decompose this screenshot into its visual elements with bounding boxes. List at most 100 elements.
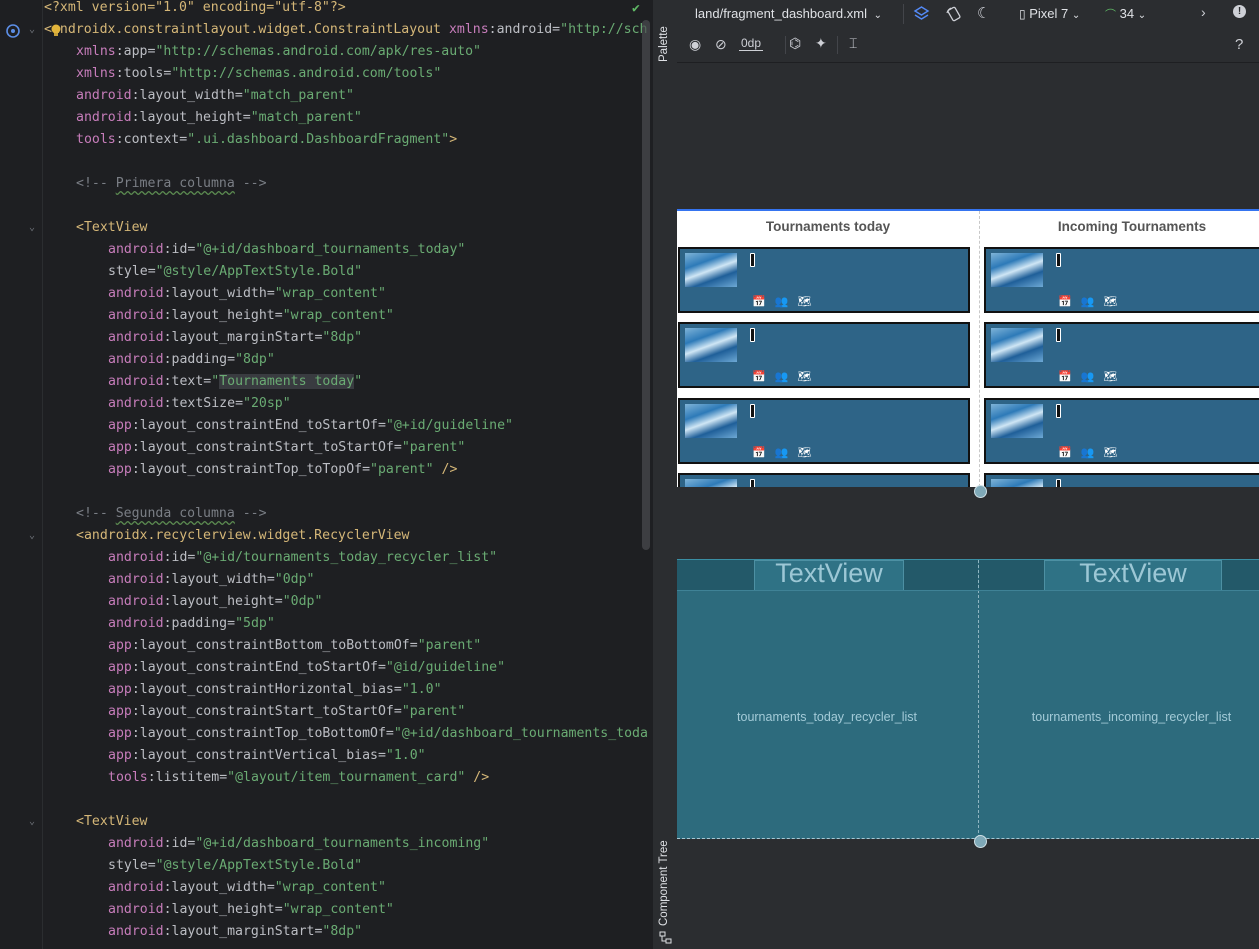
code-line[interactable]: android:layout_width="wrap_content" bbox=[108, 877, 386, 899]
constraint-anchor[interactable] bbox=[974, 485, 987, 498]
tournament-card[interactable]: 📅👥🗺 bbox=[984, 398, 1259, 464]
chevron-right-icon[interactable]: › bbox=[1201, 4, 1206, 20]
editor-scrollbar[interactable] bbox=[642, 20, 650, 550]
tournaments-today-title[interactable]: Tournaments today bbox=[678, 219, 978, 234]
blueprint-textview-incoming[interactable]: TextView bbox=[1044, 560, 1222, 591]
incoming-tournaments-title[interactable]: Incoming Tournaments bbox=[982, 219, 1259, 234]
night-mode-icon[interactable]: ☾ bbox=[977, 4, 990, 22]
code-editor[interactable]: <?xml version="1.0" encoding="utf-8"?> <a… bbox=[0, 0, 652, 949]
code-line[interactable]: android:text="Tournaments today" bbox=[108, 371, 362, 393]
code-line[interactable]: <?xml version="1.0" encoding="utf-8"?> bbox=[44, 0, 346, 19]
tournament-card[interactable]: 📅👥🗺 bbox=[984, 322, 1259, 388]
layout-preview[interactable]: Tournaments today Incoming Tournaments 📅… bbox=[677, 209, 1259, 487]
tournament-card[interactable]: 📅👥🗺 bbox=[984, 247, 1259, 313]
blueprint-today-recycler[interactable]: tournaments_today_recycler_list bbox=[677, 710, 977, 724]
component-tree-tab[interactable]: Component Tree bbox=[658, 840, 670, 926]
fold-toggle-icon[interactable]: ⌄ bbox=[29, 217, 39, 239]
pool-thumbnail bbox=[991, 404, 1043, 438]
text-placeholder bbox=[750, 479, 755, 487]
layout-file-label: land/fragment_dashboard.xml bbox=[695, 6, 867, 21]
help-icon[interactable]: ? bbox=[1235, 36, 1243, 53]
code-line[interactable]: app:layout_constraintVertical_bias="1.0" bbox=[108, 745, 426, 767]
tournament-card[interactable]: 📅👥🗺 bbox=[678, 322, 970, 388]
code-line[interactable]: android:layout_height="wrap_content" bbox=[108, 305, 394, 327]
text-placeholder bbox=[1056, 404, 1061, 418]
code-line[interactable]: app:layout_constraintBottom_toBottomOf="… bbox=[108, 635, 481, 657]
code-line[interactable]: android:layout_height="wrap_content" bbox=[108, 899, 394, 921]
android-icon: ⌒ bbox=[1105, 9, 1116, 21]
no-problems-check-icon[interactable]: ✔ bbox=[632, 1, 640, 16]
code-line[interactable]: tools:listitem="@layout/item_tournament_… bbox=[108, 767, 489, 789]
text-placeholder bbox=[750, 328, 755, 342]
code-line[interactable]: android:padding="5dp" bbox=[108, 613, 275, 635]
code-line[interactable]: android:layout_width="wrap_content" bbox=[108, 283, 386, 305]
code-line[interactable]: <androidx.constraintlayout.widget.Constr… bbox=[44, 19, 647, 41]
code-line[interactable]: <androidx.recyclerview.widget.RecyclerVi… bbox=[76, 525, 409, 547]
code-line[interactable]: android:id="@+id/dashboard_tournaments_i… bbox=[108, 833, 489, 855]
infer-constraints-icon[interactable]: ✦ bbox=[815, 35, 827, 52]
palette-tab[interactable]: Palette bbox=[658, 26, 670, 62]
tournament-card[interactable]: 📅👥🗺 bbox=[678, 247, 970, 313]
code-line[interactable]: xmlns:tools="http://schemas.android.com/… bbox=[76, 63, 441, 85]
blueprint-guideline[interactable] bbox=[978, 560, 979, 838]
text-placeholder bbox=[1056, 253, 1061, 267]
code-line[interactable]: android:padding="8dp" bbox=[108, 349, 275, 371]
tournament-card[interactable]: 📅👥🗺 bbox=[984, 473, 1259, 487]
code-line[interactable]: <!-- Segunda columna --> bbox=[76, 503, 267, 525]
code-line[interactable]: style="@style/AppTextStyle.Bold" bbox=[108, 261, 362, 283]
design-surface-icon[interactable] bbox=[913, 5, 930, 22]
device-selector[interactable]: ▯ Pixel 7 ⌄ bbox=[1019, 6, 1080, 21]
blueprint-textview-today[interactable]: TextView bbox=[754, 560, 904, 591]
code-line[interactable]: app:layout_constraintStart_toStartOf="pa… bbox=[108, 701, 465, 723]
blueprint-view[interactable]: TextView TextView tournaments_today_recy… bbox=[677, 559, 1259, 839]
code-line[interactable]: <TextView bbox=[76, 811, 147, 833]
layout-file-selector[interactable]: land/fragment_dashboard.xml ⌄ bbox=[695, 6, 882, 21]
code-line[interactable]: android:layout_width="0dp" bbox=[108, 569, 314, 591]
fold-toggle-icon[interactable]: ⌄ bbox=[29, 811, 39, 833]
warning-icon[interactable]: ! bbox=[1233, 5, 1246, 18]
code-line[interactable]: app:layout_constraintHorizontal_bias="1.… bbox=[108, 679, 442, 701]
eye-icon[interactable]: ◉ bbox=[689, 36, 701, 53]
code-line[interactable]: app:layout_constraintTop_toTopOf="parent… bbox=[108, 459, 457, 481]
tournament-card[interactable]: 📅👥🗺 bbox=[678, 398, 970, 464]
code-line[interactable]: app:layout_constraintStart_toStartOf="pa… bbox=[108, 437, 465, 459]
magnet-off-icon[interactable]: ⊘ bbox=[715, 36, 727, 53]
code-line[interactable]: xmlns:app="http://schemas.android.com/ap… bbox=[76, 41, 481, 63]
code-line[interactable]: android:layout_marginStart="8dp" bbox=[108, 921, 362, 943]
text-placeholder bbox=[1056, 479, 1061, 487]
text-placeholder bbox=[750, 253, 755, 267]
constraint-anchor[interactable] bbox=[974, 835, 987, 848]
code-line[interactable]: android:layout_width="match_parent" bbox=[76, 85, 354, 107]
orientation-icon[interactable] bbox=[945, 5, 963, 23]
component-tree-icon[interactable] bbox=[659, 931, 672, 944]
tournament-card[interactable]: 📅👥🗺 bbox=[678, 473, 970, 487]
fold-toggle-icon[interactable]: ⌄ bbox=[29, 525, 39, 547]
code-line[interactable]: android:layout_height="0dp" bbox=[108, 591, 322, 613]
android-layout-gutter-icon[interactable] bbox=[4, 22, 22, 40]
api-level-label: 34 bbox=[1119, 6, 1135, 21]
code-line[interactable]: app:layout_constraintTop_toBottomOf="@+i… bbox=[108, 723, 648, 745]
chevron-down-icon: ⌄ bbox=[873, 10, 883, 21]
code-line[interactable]: style="@style/AppTextStyle.Bold" bbox=[108, 855, 362, 877]
pool-thumbnail bbox=[685, 479, 737, 487]
code-line[interactable]: app:layout_constraintEnd_toStartOf="@id/… bbox=[108, 657, 505, 679]
fold-toggle-icon[interactable]: ⌄ bbox=[29, 19, 39, 41]
code-line[interactable]: tools:context=".ui.dashboard.DashboardFr… bbox=[76, 129, 457, 151]
code-line[interactable]: android:textSize="20sp" bbox=[108, 393, 291, 415]
blueprint-incoming-recycler[interactable]: tournaments_incoming_recycler_list bbox=[979, 710, 1259, 724]
default-margin-button[interactable]: 0dp bbox=[739, 36, 764, 51]
code-line[interactable]: android:id="@+id/tournaments_today_recyc… bbox=[108, 547, 497, 569]
guideline[interactable] bbox=[979, 211, 980, 487]
code-line[interactable]: <TextView bbox=[76, 217, 147, 239]
lightbulb-icon[interactable] bbox=[50, 24, 62, 38]
code-line[interactable]: android:layout_marginStart="8dp" bbox=[108, 327, 362, 349]
code-line[interactable]: app:layout_constraintEnd_toStartOf="@+id… bbox=[108, 415, 513, 437]
guidelines-icon[interactable]: ⌶ bbox=[849, 35, 857, 52]
api-level-selector[interactable]: ⌒ 34 ⌄ bbox=[1105, 6, 1146, 22]
code-area[interactable]: <?xml version="1.0" encoding="utf-8"?> <a… bbox=[44, 0, 650, 949]
code-line[interactable]: <!-- Primera columna --> bbox=[76, 173, 267, 195]
code-line[interactable]: android:layout_height="match_parent" bbox=[76, 107, 362, 129]
clear-constraints-icon[interactable]: ⌬ bbox=[789, 35, 801, 52]
code-line[interactable]: android:id="@+id/dashboard_tournaments_t… bbox=[108, 239, 465, 261]
card-icons: 📅👥🗺 bbox=[752, 371, 821, 383]
